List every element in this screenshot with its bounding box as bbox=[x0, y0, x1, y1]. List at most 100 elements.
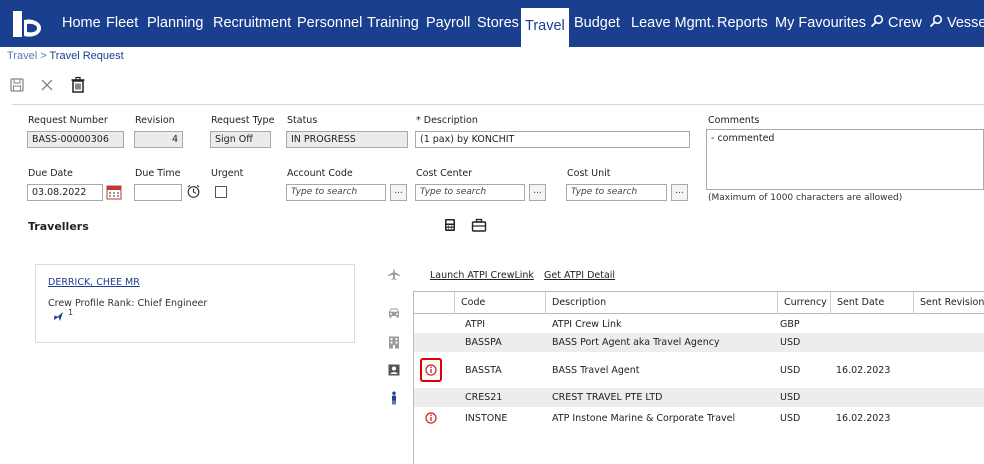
request-number-label: Request Number bbox=[28, 115, 108, 126]
nav-budget[interactable]: Budget bbox=[574, 0, 620, 47]
cost-center-input[interactable]: Type to search bbox=[415, 184, 525, 201]
travellers-title: Travellers bbox=[28, 220, 89, 233]
close-icon[interactable] bbox=[38, 76, 56, 94]
top-nav-bar: Home Fleet Planning Recruitment Personne… bbox=[0, 0, 984, 47]
nav-travel[interactable]: Travel bbox=[521, 8, 569, 47]
account-code-label: Account Code bbox=[287, 168, 353, 179]
travel-agent-grid: Code Description Currency Sent Date Sent… bbox=[413, 291, 984, 464]
launch-atpi-crewlink-link[interactable]: Launch ATPI CrewLink bbox=[430, 270, 534, 281]
nav-home[interactable]: Home bbox=[62, 0, 101, 47]
calculator-icon[interactable] bbox=[443, 218, 457, 232]
grid-header: Code Description Currency Sent Date Sent… bbox=[414, 292, 984, 314]
clock-icon[interactable] bbox=[186, 184, 201, 199]
search-icon bbox=[929, 14, 943, 28]
traveller-card[interactable]: DERRICK, CHEE MR Crew Profile Rank: Chie… bbox=[35, 264, 355, 343]
save-icon[interactable] bbox=[8, 76, 26, 94]
row-currency: USD bbox=[780, 413, 801, 424]
nav-leave-mgmt[interactable]: Leave Mgmt. bbox=[631, 0, 715, 47]
table-row[interactable]: CRES21 CREST TRAVEL PTE LTD USD bbox=[414, 388, 984, 407]
info-icon[interactable] bbox=[425, 412, 437, 424]
cost-center-label: Cost Center bbox=[416, 168, 473, 179]
row-code: INSTONE bbox=[465, 413, 508, 424]
row-currency: GBP bbox=[780, 319, 800, 330]
nav-search-crew-label: Crew bbox=[888, 15, 922, 31]
flight-icon bbox=[54, 312, 63, 321]
breadcrumb: Travel > Travel Request bbox=[7, 50, 124, 62]
due-time-input[interactable] bbox=[134, 184, 182, 201]
row-code: BASSTA bbox=[465, 365, 502, 376]
row-code: ATPI bbox=[465, 319, 486, 330]
nav-my-favourites[interactable]: My Favourites bbox=[775, 0, 866, 47]
table-row[interactable]: INSTONE ATP Instone Marine & Corporate T… bbox=[414, 407, 984, 429]
nav-stores[interactable]: Stores bbox=[477, 0, 519, 47]
revision-label: Revision bbox=[135, 115, 175, 126]
status-label: Status bbox=[287, 115, 318, 126]
toolbar-divider bbox=[12, 104, 984, 105]
column-header-description[interactable]: Description bbox=[545, 292, 777, 314]
nav-reports[interactable]: Reports bbox=[717, 0, 768, 47]
nav-planning[interactable]: Planning bbox=[147, 0, 203, 47]
contact-card-icon[interactable] bbox=[387, 363, 401, 377]
table-row[interactable]: BASSPA BASS Port Agent aka Travel Agency… bbox=[414, 333, 984, 352]
person-icon[interactable] bbox=[387, 391, 401, 405]
app-logo-icon[interactable] bbox=[10, 8, 44, 40]
row-description: ATPI Crew Link bbox=[552, 319, 622, 330]
cost-unit-input[interactable]: Type to search bbox=[566, 184, 667, 201]
get-atpi-detail-link[interactable]: Get ATPI Detail bbox=[544, 270, 615, 281]
account-code-input[interactable]: Type to search bbox=[286, 184, 386, 201]
column-header-currency[interactable]: Currency bbox=[777, 292, 831, 314]
breadcrumb-parent[interactable]: Travel bbox=[7, 50, 37, 62]
nav-search-vessel-label: Vessel bbox=[947, 15, 984, 31]
search-icon bbox=[870, 14, 884, 28]
briefcase-icon[interactable] bbox=[471, 218, 487, 232]
nav-personnel[interactable]: Personnel bbox=[297, 0, 362, 47]
description-input[interactable]: (1 pax) by KONCHIT bbox=[415, 131, 690, 148]
row-code: CRES21 bbox=[465, 392, 503, 403]
comments-limit-note: (Maximum of 1000 characters are allowed) bbox=[708, 193, 903, 203]
cost-unit-lookup-button[interactable]: ... bbox=[671, 184, 688, 201]
nav-fleet[interactable]: Fleet bbox=[106, 0, 138, 47]
row-description: BASS Travel Agent bbox=[552, 365, 640, 376]
cost-center-lookup-button[interactable]: ... bbox=[529, 184, 546, 201]
due-date-input[interactable]: 03.08.2022 bbox=[27, 184, 103, 201]
nav-training[interactable]: Training bbox=[367, 0, 419, 47]
delete-icon[interactable] bbox=[69, 76, 87, 94]
column-header-sent-date[interactable]: Sent Date bbox=[830, 292, 914, 314]
row-sent-date: 16.02.2023 bbox=[836, 413, 891, 424]
due-time-label: Due Time bbox=[135, 168, 181, 179]
account-code-lookup-button[interactable]: ... bbox=[390, 184, 407, 201]
table-row[interactable]: ATPI ATPI Crew Link GBP bbox=[414, 315, 984, 333]
comments-textarea[interactable]: - commented bbox=[706, 129, 984, 190]
nav-payroll[interactable]: Payroll bbox=[426, 0, 470, 47]
row-description: BASS Port Agent aka Travel Agency bbox=[552, 337, 720, 348]
airplane-icon[interactable] bbox=[387, 267, 401, 281]
breadcrumb-separator: > bbox=[37, 50, 50, 62]
nav-recruitment[interactable]: Recruitment bbox=[213, 0, 291, 47]
column-header-code[interactable]: Code bbox=[454, 292, 546, 314]
table-row[interactable]: BASSTA BASS Travel Agent USD 16.02.2023 bbox=[414, 352, 984, 388]
row-currency: USD bbox=[780, 337, 801, 348]
nav-search-crew[interactable]: Crew bbox=[870, 0, 922, 47]
request-type-field: Sign Off bbox=[210, 131, 271, 148]
traveller-name-link[interactable]: DERRICK, CHEE MR bbox=[48, 277, 140, 288]
row-currency: USD bbox=[780, 392, 801, 403]
breadcrumb-current: Travel Request bbox=[49, 50, 124, 62]
revision-field: 4 bbox=[134, 131, 183, 148]
hotel-icon[interactable] bbox=[387, 335, 401, 349]
status-field: IN PROGRESS bbox=[286, 131, 408, 148]
request-type-label: Request Type bbox=[211, 115, 275, 126]
request-number-field: BASS-00000306 bbox=[27, 131, 124, 148]
row-description: CREST TRAVEL PTE LTD bbox=[552, 392, 663, 403]
info-icon-highlight bbox=[420, 358, 442, 382]
row-sent-date: 16.02.2023 bbox=[836, 365, 891, 376]
nav-search-vessel[interactable]: Vessel bbox=[929, 0, 984, 47]
car-icon[interactable] bbox=[387, 305, 401, 319]
flight-count: 1 bbox=[68, 308, 74, 317]
urgent-checkbox[interactable] bbox=[215, 186, 227, 198]
description-label: * Description bbox=[416, 115, 478, 126]
column-header-sent-revision[interactable]: Sent Revision bbox=[913, 292, 984, 314]
due-date-label: Due Date bbox=[28, 168, 73, 179]
calendar-icon[interactable] bbox=[106, 184, 122, 200]
row-code: BASSPA bbox=[465, 337, 502, 348]
row-description: ATP Instone Marine & Corporate Travel bbox=[552, 413, 736, 424]
